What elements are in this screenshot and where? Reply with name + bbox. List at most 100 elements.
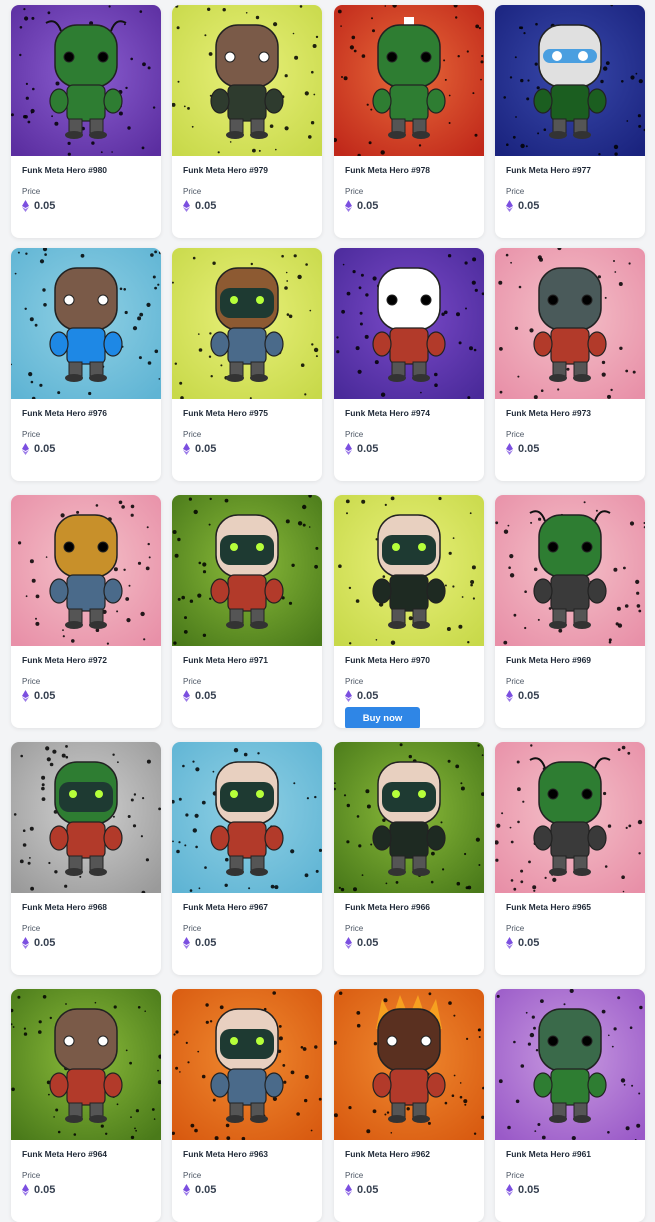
nft-image[interactable]: [495, 989, 645, 1140]
price-label: Price: [22, 924, 41, 933]
nft-price: 0.05: [183, 1184, 216, 1196]
nft-name: Funk Meta Hero #966: [345, 902, 431, 912]
eth-icon: [22, 200, 29, 212]
nft-image[interactable]: [334, 495, 484, 646]
eth-icon: [183, 690, 190, 702]
price-value: 0.05: [195, 690, 217, 702]
nft-price: 0.05: [22, 200, 55, 212]
nft-name: Funk Meta Hero #967: [183, 902, 269, 912]
nft-image[interactable]: [495, 495, 645, 646]
nft-card[interactable]: Funk Meta Hero #972 Price 0.05: [11, 495, 161, 728]
price-label: Price: [506, 1171, 525, 1180]
price-value: 0.05: [518, 937, 540, 949]
nft-price: 0.05: [506, 937, 539, 949]
price-value: 0.05: [34, 690, 56, 702]
nft-card[interactable]: Funk Meta Hero #962 Price 0.05: [334, 989, 484, 1222]
eth-icon: [345, 443, 352, 455]
eth-icon: [506, 1184, 513, 1196]
nft-image[interactable]: [11, 989, 161, 1140]
nft-image[interactable]: [334, 248, 484, 399]
nft-image[interactable]: [11, 5, 161, 156]
nft-image[interactable]: [495, 5, 645, 156]
nft-image[interactable]: [172, 248, 322, 399]
eth-icon: [183, 443, 190, 455]
nft-image[interactable]: [172, 989, 322, 1140]
nft-price: 0.05: [345, 1184, 378, 1196]
nft-price: 0.05: [345, 443, 378, 455]
nft-name: Funk Meta Hero #974: [345, 408, 431, 418]
nft-card[interactable]: Funk Meta Hero #973 Price 0.05: [495, 248, 645, 481]
nft-card[interactable]: Funk Meta Hero #969 Price 0.05: [495, 495, 645, 728]
nft-card[interactable]: Funk Meta Hero #971 Price 0.05: [172, 495, 322, 728]
nft-image[interactable]: [172, 742, 322, 893]
price-value: 0.05: [195, 443, 217, 455]
nft-image[interactable]: [11, 742, 161, 893]
nft-image[interactable]: [334, 989, 484, 1140]
eth-icon: [22, 443, 29, 455]
price-value: 0.05: [357, 200, 379, 212]
nft-name: Funk Meta Hero #976: [22, 408, 108, 418]
nft-price: 0.05: [22, 1184, 55, 1196]
nft-name: Funk Meta Hero #975: [183, 408, 269, 418]
eth-icon: [345, 200, 352, 212]
nft-price: 0.05: [345, 937, 378, 949]
price-label: Price: [183, 677, 202, 686]
nft-price: 0.05: [22, 443, 55, 455]
price-label: Price: [345, 924, 364, 933]
eth-icon: [506, 690, 513, 702]
nft-price: 0.05: [183, 690, 216, 702]
nft-image[interactable]: [172, 5, 322, 156]
nft-name: Funk Meta Hero #963: [183, 1149, 269, 1159]
nft-card[interactable]: Funk Meta Hero #961 Price 0.05: [495, 989, 645, 1222]
price-label: Price: [183, 430, 202, 439]
eth-icon: [183, 1184, 190, 1196]
nft-card[interactable]: Funk Meta Hero #980 Price 0.05: [11, 5, 161, 238]
nft-image[interactable]: [334, 5, 484, 156]
nft-price: 0.05: [345, 200, 378, 212]
nft-price: 0.05: [22, 937, 55, 949]
nft-price: 0.05: [345, 690, 378, 702]
nft-card[interactable]: Funk Meta Hero #974 Price 0.05: [334, 248, 484, 481]
nft-image[interactable]: [495, 248, 645, 399]
nft-card[interactable]: Funk Meta Hero #964 Price 0.05: [11, 989, 161, 1222]
nft-card[interactable]: Funk Meta Hero #979 Price 0.05: [172, 5, 322, 238]
nft-card[interactable]: Funk Meta Hero #966 Price 0.05: [334, 742, 484, 975]
nft-card[interactable]: Funk Meta Hero #965 Price 0.05: [495, 742, 645, 975]
nft-card[interactable]: Funk Meta Hero #976 Price 0.05: [11, 248, 161, 481]
nft-image[interactable]: [11, 248, 161, 399]
nft-name: Funk Meta Hero #962: [345, 1149, 431, 1159]
eth-icon: [22, 690, 29, 702]
eth-icon: [22, 1184, 29, 1196]
nft-name: Funk Meta Hero #965: [506, 902, 592, 912]
nft-name: Funk Meta Hero #969: [506, 655, 592, 665]
buy-now-button[interactable]: Buy now: [345, 707, 420, 728]
nft-card[interactable]: Funk Meta Hero #977 Price 0.05: [495, 5, 645, 238]
price-value: 0.05: [518, 443, 540, 455]
nft-image[interactable]: [11, 495, 161, 646]
eth-icon: [506, 200, 513, 212]
nft-card[interactable]: Funk Meta Hero #968 Price 0.05: [11, 742, 161, 975]
nft-price: 0.05: [506, 1184, 539, 1196]
price-label: Price: [345, 677, 364, 686]
price-label: Price: [506, 430, 525, 439]
eth-icon: [506, 937, 513, 949]
nft-price: 0.05: [183, 937, 216, 949]
nft-image[interactable]: [334, 742, 484, 893]
nft-name: Funk Meta Hero #968: [22, 902, 108, 912]
nft-name: Funk Meta Hero #972: [22, 655, 108, 665]
eth-icon: [183, 200, 190, 212]
price-value: 0.05: [518, 200, 540, 212]
nft-card[interactable]: Funk Meta Hero #963 Price 0.05: [172, 989, 322, 1222]
nft-card[interactable]: Funk Meta Hero #978 Price 0.05: [334, 5, 484, 238]
nft-image[interactable]: [495, 742, 645, 893]
nft-card[interactable]: Funk Meta Hero #975 Price 0.05: [172, 248, 322, 481]
nft-image[interactable]: [172, 495, 322, 646]
price-label: Price: [22, 187, 41, 196]
price-label: Price: [345, 187, 364, 196]
nft-card[interactable]: Funk Meta Hero #970 Price 0.05 Buy now: [334, 495, 484, 728]
eth-icon: [345, 937, 352, 949]
price-value: 0.05: [357, 443, 379, 455]
nft-name: Funk Meta Hero #979: [183, 165, 269, 175]
nft-card[interactable]: Funk Meta Hero #967 Price 0.05: [172, 742, 322, 975]
nft-name: Funk Meta Hero #978: [345, 165, 431, 175]
